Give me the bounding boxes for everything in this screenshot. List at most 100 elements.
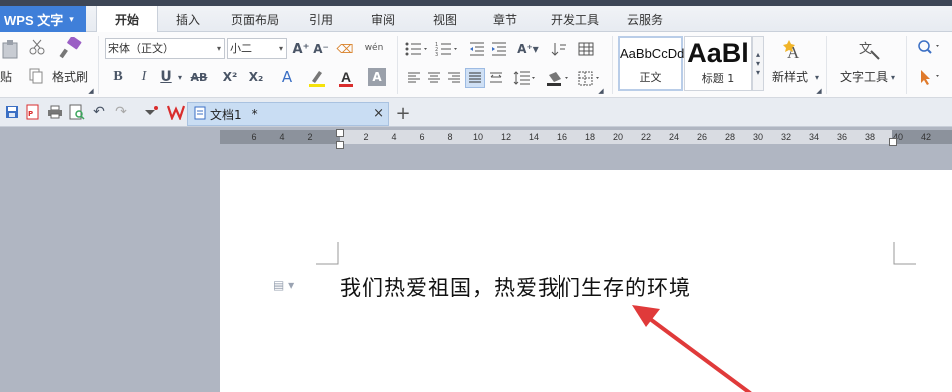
ruler-tick: 10 xyxy=(472,132,484,142)
italic-button[interactable]: I xyxy=(136,68,152,86)
left-indent-marker[interactable] xyxy=(336,141,344,149)
char-shading-icon[interactable]: A xyxy=(368,68,386,86)
margin-corner-top-left xyxy=(316,242,339,265)
sort-icon[interactable] xyxy=(550,40,568,58)
text-tools-label[interactable]: 文字工具 xyxy=(840,68,888,85)
text-tools-icon[interactable]: 文 xyxy=(856,38,882,62)
modified-indicator: * xyxy=(251,107,258,121)
divider xyxy=(906,36,907,94)
decrease-indent-icon[interactable] xyxy=(468,40,486,58)
redo-icon[interactable]: ↷ xyxy=(113,104,129,120)
tab-developer[interactable]: 开发工具 xyxy=(536,6,614,32)
clear-format-icon[interactable]: ⌫ xyxy=(336,40,354,58)
print-icon[interactable] xyxy=(46,104,64,120)
font-color-button[interactable]: A xyxy=(336,68,356,88)
shading-icon[interactable] xyxy=(544,70,572,88)
change-case-icon[interactable]: A⁺▾ xyxy=(514,40,542,58)
divider xyxy=(826,36,827,94)
customize-toolbar-icon[interactable] xyxy=(142,104,160,120)
tab-view[interactable]: 视图 xyxy=(416,6,474,32)
style-gallery-scroll[interactable]: ▴ ▾ ▾ xyxy=(752,36,764,91)
find-replace-icon[interactable] xyxy=(916,38,944,56)
save-icon[interactable] xyxy=(4,104,20,120)
app-menu-button[interactable]: WPS 文字 ▾ xyxy=(0,6,86,32)
highlight-icon[interactable] xyxy=(306,68,328,88)
undo-icon[interactable]: ↶ xyxy=(91,104,107,120)
tab-section[interactable]: 章节 xyxy=(474,6,536,32)
copy-icon[interactable] xyxy=(28,68,44,84)
ruler-tick: 12 xyxy=(500,132,512,142)
justify-icon[interactable] xyxy=(465,68,485,88)
divider xyxy=(98,36,99,94)
tab-page-layout[interactable]: 页面布局 xyxy=(218,6,292,32)
ribbon-toolbar: 贴 格式刷 ◢ 宋体（正文） ▾ 小二 ▾ A⁺ A⁻ ⌫ wén B I U … xyxy=(0,32,952,98)
tab-cloud[interactable]: 云服务 xyxy=(614,6,676,32)
dialog-launcher-icon[interactable]: ◢ xyxy=(816,87,822,95)
text-effect-icon[interactable]: A xyxy=(278,68,296,86)
new-style-label[interactable]: 新样式 xyxy=(772,68,808,85)
increase-indent-icon[interactable] xyxy=(490,40,508,58)
divider xyxy=(397,36,398,94)
wps-logo-icon[interactable] xyxy=(166,103,186,121)
new-tab-icon[interactable]: + xyxy=(394,103,412,124)
chevron-down-icon[interactable]: ▾ xyxy=(890,72,896,82)
dialog-launcher-icon[interactable]: ◢ xyxy=(88,87,94,95)
cut-icon[interactable] xyxy=(28,38,46,56)
strikethrough-button[interactable]: AB xyxy=(188,68,210,86)
font-size-value: 小二 xyxy=(230,42,252,55)
select-cursor-icon[interactable] xyxy=(916,68,944,86)
superscript-button[interactable]: X² xyxy=(220,68,240,86)
horizontal-ruler[interactable]: 6 4 2 2 4 6 8 10 12 14 16 18 20 22 24 26… xyxy=(220,130,952,144)
dialog-launcher-icon[interactable]: ◢ xyxy=(598,87,604,95)
style-heading-1[interactable]: AaBl 标题 1 xyxy=(684,36,752,91)
tab-review[interactable]: 审阅 xyxy=(350,6,416,32)
align-center-icon[interactable] xyxy=(426,70,442,86)
subscript-button[interactable]: X₂ xyxy=(246,68,266,86)
align-right-icon[interactable] xyxy=(446,70,462,86)
print-preview-icon[interactable] xyxy=(68,104,86,120)
first-line-indent-marker[interactable] xyxy=(336,129,344,137)
svg-text:3: 3 xyxy=(435,52,438,57)
style-normal-sample: AaBbCcDd xyxy=(620,46,685,61)
borders-icon[interactable] xyxy=(576,70,604,88)
grow-font-button[interactable]: A⁺ xyxy=(292,40,310,58)
app-title: WPS 文字 xyxy=(4,12,64,28)
chevron-down-icon: ▾ xyxy=(216,44,221,53)
ruler-tick: 14 xyxy=(528,132,540,142)
tab-start[interactable]: 开始 xyxy=(96,6,158,33)
style-heading-name: 标题 1 xyxy=(701,72,735,85)
phonetic-guide-button[interactable]: wén xyxy=(360,38,388,58)
paste-icon[interactable] xyxy=(0,38,20,60)
ruler-tick: 22 xyxy=(640,132,652,142)
style-normal[interactable]: AaBbCcDd 正文 xyxy=(618,36,685,91)
underline-button[interactable]: U xyxy=(158,68,174,86)
font-size-select[interactable]: 小二 ▾ xyxy=(227,38,287,59)
chevron-down-icon: ▾ xyxy=(69,13,74,24)
align-left-icon[interactable] xyxy=(406,70,422,86)
right-indent-marker[interactable] xyxy=(889,138,897,146)
annotation-arrow-icon xyxy=(632,305,752,392)
bullet-list-icon[interactable] xyxy=(404,40,430,58)
line-spacing-icon[interactable] xyxy=(512,70,538,86)
paste-label[interactable]: 贴 xyxy=(0,68,12,85)
document-page[interactable]: ▤ ▾ 我们热爱祖国，热爱我们生存的环境 xyxy=(220,170,952,392)
document-tab[interactable]: 文档1 * × xyxy=(187,102,389,126)
bold-button[interactable]: B xyxy=(110,68,126,86)
table-grid-icon[interactable] xyxy=(576,40,596,58)
tab-references[interactable]: 引用 xyxy=(292,6,350,32)
chevron-down-icon[interactable]: ▾ xyxy=(176,70,184,84)
format-painter-icon[interactable] xyxy=(58,36,84,60)
font-name-select[interactable]: 宋体（正文） ▾ xyxy=(105,38,225,59)
ruler-tick: 8 xyxy=(447,132,453,142)
ruler-tick: 34 xyxy=(808,132,820,142)
export-pdf-icon[interactable]: P xyxy=(24,104,42,120)
numbered-list-icon[interactable]: 123 xyxy=(434,40,460,58)
format-painter-label[interactable]: 格式刷 xyxy=(52,68,88,85)
distribute-icon[interactable] xyxy=(488,70,504,86)
close-icon[interactable]: × xyxy=(373,106,384,121)
tab-insert[interactable]: 插入 xyxy=(158,6,218,32)
paragraph-handle-icon[interactable]: ▤ ▾ xyxy=(273,278,294,292)
chevron-down-icon[interactable]: ▾ xyxy=(814,72,820,82)
shrink-font-button[interactable]: A⁻ xyxy=(312,40,330,58)
new-style-icon[interactable]: A xyxy=(780,38,810,62)
